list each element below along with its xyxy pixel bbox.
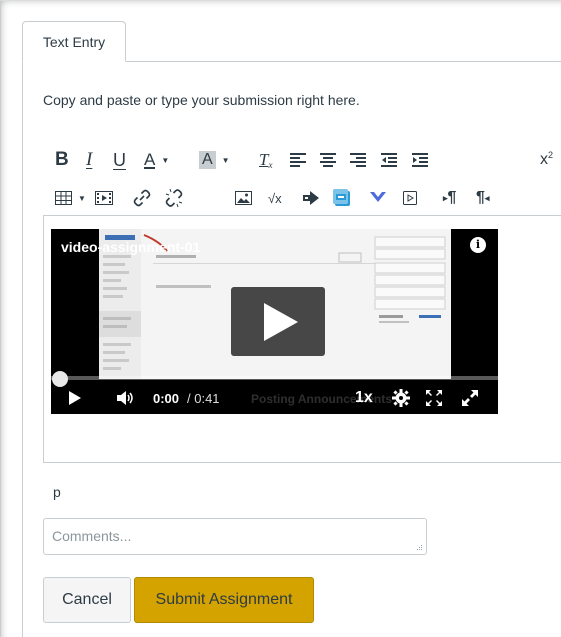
submit-assignment-button[interactable]: Submit Assignment xyxy=(134,577,314,623)
equation-icon[interactable]: √x xyxy=(268,185,282,211)
clear-formatting-icon[interactable]: Tx xyxy=(259,147,272,173)
ltr-paragraph-icon[interactable]: ▸ ¶ xyxy=(443,185,456,211)
superscript-icon[interactable]: x2 xyxy=(540,147,553,173)
align-right-icon[interactable] xyxy=(350,147,366,173)
rtl-paragraph-icon[interactable]: ¶ ◂ xyxy=(476,185,489,211)
background-color-icon[interactable]: A ▼ xyxy=(199,147,230,173)
unlink-icon[interactable] xyxy=(164,185,184,211)
cancel-button[interactable]: Cancel xyxy=(43,577,131,623)
table-icon[interactable]: ▼ xyxy=(55,185,86,211)
text-color-icon[interactable]: A ▼ xyxy=(144,147,169,173)
align-left-icon[interactable] xyxy=(290,147,306,173)
comments-field[interactable] xyxy=(43,518,427,555)
popout-icon[interactable] xyxy=(461,382,479,414)
italic-icon[interactable]: I xyxy=(86,147,92,173)
play-icon[interactable] xyxy=(69,382,81,414)
bold-icon[interactable]: B xyxy=(55,147,69,173)
submission-instructions: Copy and paste or type your submission r… xyxy=(43,92,360,108)
align-center-icon[interactable] xyxy=(320,147,336,173)
play-overlay-button[interactable] xyxy=(231,287,325,356)
office-icon[interactable] xyxy=(333,185,351,211)
video-title: video-assignment-01 xyxy=(61,239,201,255)
video-player[interactable]: video-assignment-01 i Posting Announceme… xyxy=(51,229,498,414)
dropdown-chevron-icon[interactable] xyxy=(370,185,386,211)
resize-grip-icon[interactable] xyxy=(417,545,423,551)
comments-input[interactable] xyxy=(44,519,426,554)
embed-icon[interactable] xyxy=(303,185,319,211)
settings-gear-icon[interactable] xyxy=(392,382,410,414)
fullscreen-icon[interactable] xyxy=(425,382,443,414)
info-icon[interactable]: i xyxy=(470,237,486,253)
video-control-bar: 0:00 / 0:41 1x xyxy=(51,382,498,414)
current-time: 0:00 xyxy=(153,390,180,406)
media-icon[interactable] xyxy=(95,185,113,211)
indent-icon[interactable] xyxy=(412,147,428,173)
video-progress-bar[interactable] xyxy=(51,376,498,380)
outdent-icon[interactable] xyxy=(381,147,397,173)
playback-speed-button[interactable]: 1x xyxy=(355,382,373,414)
record-media-icon[interactable] xyxy=(403,185,417,211)
duration: / 0:41 xyxy=(187,390,220,406)
link-icon[interactable] xyxy=(133,185,151,211)
image-icon[interactable] xyxy=(235,185,252,211)
underline-icon[interactable]: U xyxy=(113,147,126,173)
volume-icon[interactable] xyxy=(117,382,135,414)
tab-text-entry[interactable]: Text Entry xyxy=(22,21,126,62)
editor-element-path: p xyxy=(53,484,61,500)
